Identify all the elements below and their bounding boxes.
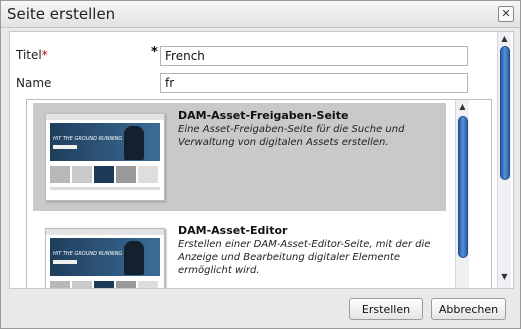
title-label: Titel* xyxy=(16,48,48,62)
template-list-scrollbar[interactable]: ▲ xyxy=(455,100,469,288)
template-thumbnail: HIT THE GROUND RUNNING xyxy=(45,228,165,288)
thumbnail-text: HIT THE GROUND RUNNING xyxy=(53,251,123,257)
scroll-up-icon[interactable]: ▲ xyxy=(457,102,468,112)
template-name: DAM-Asset-Editor xyxy=(178,224,288,237)
scroll-down-icon[interactable]: ▼ xyxy=(499,272,510,282)
name-label: Name xyxy=(16,76,52,90)
template-item[interactable]: HIT THE GROUND RUNNING DAM-Asset-Freigab… xyxy=(33,103,446,211)
create-page-dialog: Seite erstellen ✕ Titel* * Name HIT THE … xyxy=(0,0,521,329)
dialog-body: Titel* * Name HIT THE GROUND RUNNING xyxy=(9,31,514,289)
title-input[interactable] xyxy=(160,46,468,66)
thumbnail-text: HIT THE GROUND RUNNING xyxy=(53,136,123,142)
template-description: Eine Asset-Freigaben-Seite für die Suche… xyxy=(178,124,405,148)
scrollbar-thumb[interactable] xyxy=(500,46,510,180)
template-item[interactable]: HIT THE GROUND RUNNING DAM-Asset-Editor … xyxy=(33,218,446,288)
template-name: DAM-Asset-Freigaben-Seite xyxy=(178,109,349,122)
cancel-button[interactable]: Abbrechen xyxy=(431,298,506,320)
title-required-marker: * xyxy=(41,48,48,62)
template-thumbnail: HIT THE GROUND RUNNING xyxy=(45,113,165,201)
close-icon[interactable]: ✕ xyxy=(498,6,514,22)
required-marker: * xyxy=(151,45,158,60)
dialog-titlebar[interactable]: Seite erstellen ✕ xyxy=(1,1,520,28)
template-description: Erstellen einer DAM-Asset-Editor-Seite, … xyxy=(178,239,431,276)
scrollbar-thumb[interactable] xyxy=(458,116,468,258)
dialog-title: Seite erstellen xyxy=(7,5,116,23)
dialog-scrollbar[interactable]: ▲ ▼ xyxy=(497,32,511,288)
name-input[interactable] xyxy=(160,73,468,93)
create-button[interactable]: Erstellen xyxy=(349,298,423,320)
scroll-up-icon[interactable]: ▲ xyxy=(499,34,510,44)
template-list: HIT THE GROUND RUNNING DAM-Asset-Freigab… xyxy=(26,99,492,288)
